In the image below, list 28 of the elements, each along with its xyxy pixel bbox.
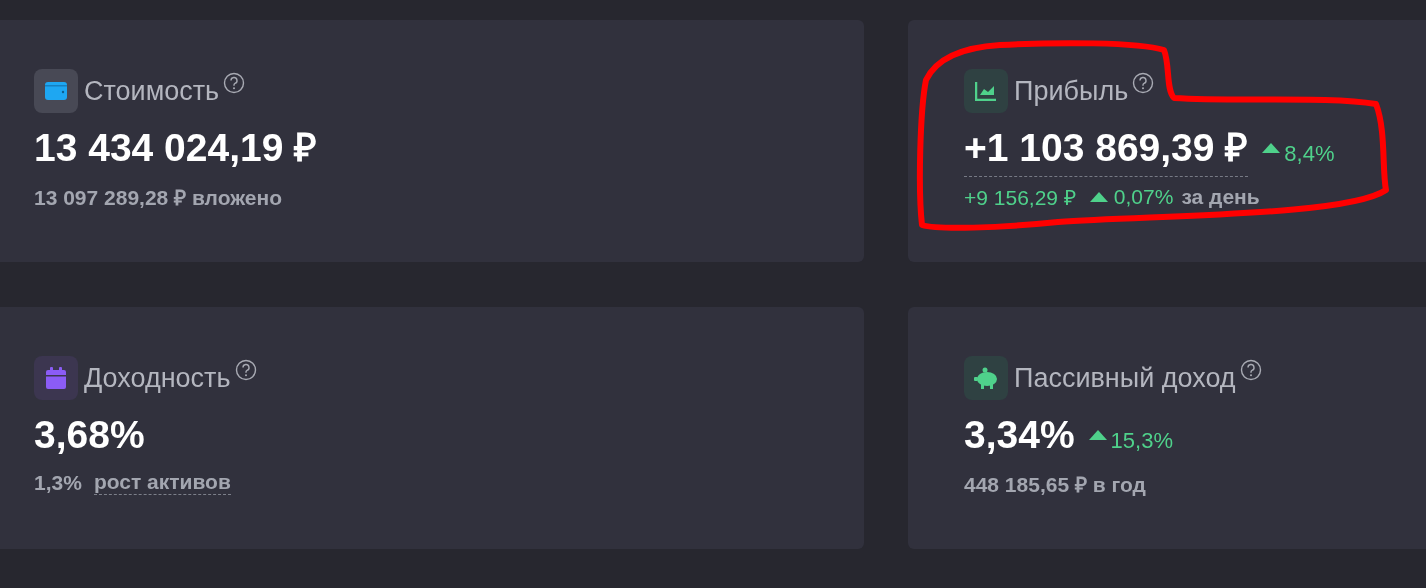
- card-value: 13 434 024,19 ₽: [34, 125, 318, 171]
- card-title: Прибыль: [1014, 75, 1129, 108]
- card-caption: рост активов: [93, 470, 231, 495]
- piggy-bank-icon: [973, 367, 999, 389]
- card-caption: за день: [1181, 185, 1260, 209]
- chart-icon: [975, 81, 997, 101]
- card-value: 3,68%: [34, 412, 145, 458]
- daily-change: +9 156,29 ₽: [964, 185, 1076, 211]
- help-icon[interactable]: [234, 359, 257, 381]
- help-icon[interactable]: [1132, 72, 1155, 94]
- card-value: 3,34%: [964, 412, 1075, 458]
- change-percent: 8,4%: [1284, 141, 1335, 167]
- help-icon[interactable]: [1239, 359, 1262, 381]
- change-percent: 15,3%: [1110, 428, 1173, 454]
- up-triangle-icon: [1262, 143, 1281, 153]
- wallet-icon: [45, 82, 67, 100]
- calendar-icon: [46, 367, 66, 389]
- card-title: Стоимость: [84, 75, 220, 108]
- up-triangle-icon: [1089, 192, 1108, 202]
- card-title: Пассивный доход: [1014, 362, 1236, 395]
- card-caption: 1,3%: [34, 470, 82, 495]
- card-caption: 13 097 289,28 ₽ вложено: [34, 185, 282, 211]
- daily-change-percent: 0,07%: [1113, 185, 1174, 209]
- help-icon[interactable]: [223, 72, 246, 94]
- card-value: +1 103 869,39 ₽: [964, 123, 1249, 177]
- card-title: Доходность: [84, 362, 231, 395]
- up-triangle-icon: [1088, 430, 1107, 440]
- card-caption: 448 185,65 ₽ в год: [964, 472, 1146, 498]
